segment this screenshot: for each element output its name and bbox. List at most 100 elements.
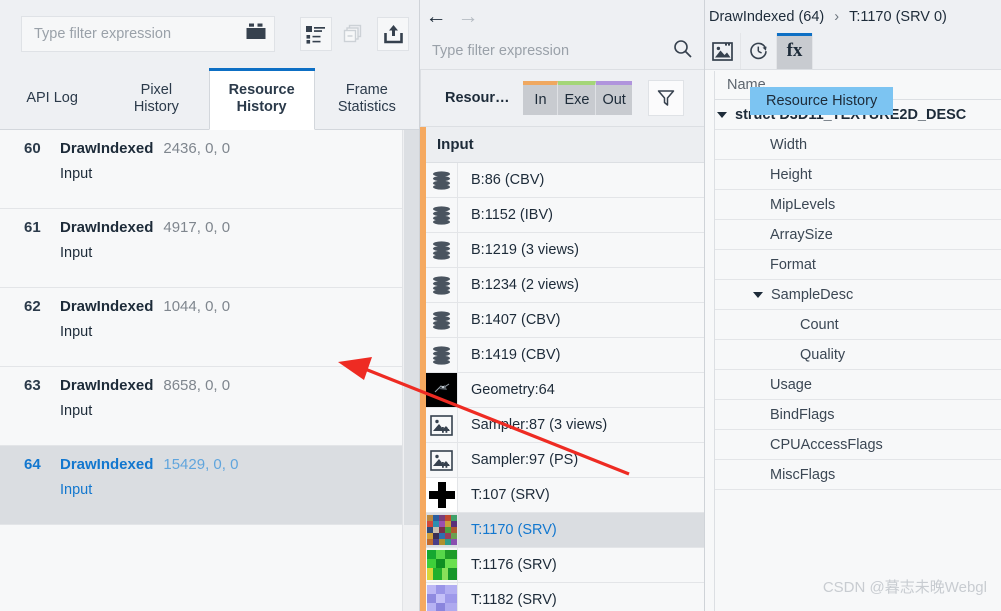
left-tab-bar: API Log Pixel History Resource History F… — [0, 68, 419, 130]
filter-funnel-icon[interactable] — [647, 80, 684, 116]
back-arrow-icon[interactable]: ← — [420, 1, 452, 33]
breadcrumb: DrawIndexed (64) › T:1170 (SRV 0) — [705, 0, 1001, 33]
details-tab-bar: fx — [705, 33, 1001, 70]
tab-pixel-history[interactable]: Pixel History — [104, 68, 208, 129]
history-clock-icon[interactable] — [741, 33, 777, 69]
list-item[interactable]: B:86 (CBV) — [426, 163, 704, 198]
left-list-scrollbar[interactable] — [402, 130, 419, 611]
chevron-right-icon: › — [834, 8, 840, 25]
buffer-icon — [426, 233, 458, 267]
list-item[interactable]: T:107 (SRV) — [426, 478, 704, 513]
list-item-label: Sampler:97 (PS) — [471, 452, 579, 468]
list-item[interactable]: B:1219 (3 views) — [426, 233, 704, 268]
tree-row-label: BindFlags — [770, 406, 835, 423]
list-item[interactable]: T:1182 (SRV) — [426, 583, 704, 611]
tree-row-miscflags[interactable]: MiscFlags — [705, 460, 1001, 490]
draw-event-args: 4917, 0, 0 — [163, 219, 231, 236]
list-item[interactable]: B:1419 (CBV) — [426, 338, 704, 373]
tree-row-height[interactable]: Height — [705, 160, 1001, 190]
search-icon[interactable] — [673, 39, 692, 63]
draw-event-usage: Input — [60, 324, 93, 340]
tree-row-miplevels[interactable]: MipLevels — [705, 190, 1001, 220]
list-item-label: B:1419 (CBV) — [471, 347, 561, 363]
tab-frame-statistics[interactable]: Frame Statistics — [315, 68, 419, 129]
draw-event-args: 15429, 0, 0 — [163, 456, 239, 473]
segment-in-label: In — [534, 92, 547, 108]
buffer-icon — [426, 163, 458, 197]
chevron-down-icon[interactable] — [717, 111, 727, 118]
tab-pixel-history-line1: Pixel — [140, 81, 173, 98]
draw-event-name: DrawIndexed — [60, 377, 154, 394]
scrollbar-thumb[interactable] — [404, 130, 419, 525]
fx-label: fx — [786, 40, 803, 61]
list-item[interactable]: Sampler:87 (3 views) — [426, 408, 704, 443]
table-row[interactable]: 60 DrawIndexed 2436, 0, 0 Input — [0, 130, 419, 209]
list-item-label: B:86 (CBV) — [471, 172, 545, 188]
renderdoc-window: Type filter expression API Log Pixel His… — [0, 0, 1001, 611]
toolbox-icon[interactable] — [246, 23, 266, 45]
list-item-label: Geometry:64 — [471, 382, 555, 398]
tree-row-quality[interactable]: Quality — [705, 340, 1001, 370]
resource-nav-bar: ← → — [420, 0, 704, 33]
draw-event-list[interactable]: 60 DrawIndexed 2436, 0, 0 Input 61 DrawI… — [0, 130, 419, 611]
forward-arrow-icon[interactable]: → — [452, 1, 484, 33]
resource-panel: ← → Type filter expression Resour… In Ex… — [420, 0, 705, 611]
tab-api-log[interactable]: API Log — [0, 68, 104, 129]
list-item[interactable]: B:1152 (IBV) — [426, 198, 704, 233]
tree-row-sampledesc[interactable]: SampleDesc — [705, 280, 1001, 310]
tab-resource-history-line2: History — [236, 98, 287, 115]
buffer-icon — [426, 303, 458, 337]
breadcrumb-current[interactable]: T:1170 (SRV 0) — [849, 9, 947, 25]
segment-out-label: Out — [602, 92, 626, 108]
fx-icon[interactable]: fx — [777, 33, 813, 69]
draw-event-usage: Input — [60, 403, 93, 419]
api-filter-input[interactable]: Type filter expression — [34, 26, 246, 42]
sampler-icon — [426, 443, 458, 477]
list-item[interactable]: T:1176 (SRV) — [426, 548, 704, 583]
tree-row-label: SampleDesc — [771, 286, 854, 303]
tree-row-bindflags[interactable]: BindFlags — [705, 400, 1001, 430]
table-row-selected[interactable]: 64 DrawIndexed 15429, 0, 0 Input — [0, 446, 419, 525]
table-row[interactable]: 61 DrawIndexed 4917, 0, 0 Input — [0, 209, 419, 288]
tooltip: Resource History — [750, 87, 894, 115]
chevron-down-icon[interactable] — [753, 291, 763, 298]
tab-frame-statistics-line1: Frame — [345, 81, 388, 98]
list-item-selected[interactable]: T:1170 (SRV) — [426, 513, 704, 548]
draw-event-name: DrawIndexed — [60, 219, 154, 236]
segment-out[interactable]: Out — [596, 81, 632, 115]
draw-event-name: DrawIndexed — [60, 298, 154, 315]
segment-in[interactable]: In — [523, 81, 559, 115]
list-details-icon[interactable] — [299, 17, 332, 51]
table-row[interactable]: 62 DrawIndexed 1044, 0, 0 Input — [0, 288, 419, 367]
texture-desc-tree[interactable]: struct D3D11_TEXTURE2D_DESC Width Height… — [705, 100, 1001, 611]
draw-event-name: DrawIndexed — [60, 140, 154, 157]
list-item-label: T:1176 (SRV) — [471, 557, 557, 573]
tree-gutter-column — [705, 71, 715, 611]
list-item[interactable]: B:1407 (CBV) — [426, 303, 704, 338]
draw-event-id: 64 — [24, 456, 41, 473]
tab-resource-history[interactable]: Resource History — [208, 68, 316, 130]
list-item[interactable]: Sampler:97 (PS) — [426, 443, 704, 478]
geometry-thumb — [426, 373, 458, 407]
tree-row-width[interactable]: Width — [705, 130, 1001, 160]
tree-row-format[interactable]: Format — [705, 250, 1001, 280]
resource-filter-input[interactable]: Type filter expression — [432, 43, 673, 59]
segment-exe[interactable]: Exe — [558, 81, 597, 115]
tree-row-usage[interactable]: Usage — [705, 370, 1001, 400]
tree-row-count[interactable]: Count — [705, 310, 1001, 340]
list-item[interactable]: Geometry:64 — [426, 373, 704, 408]
table-row[interactable]: 63 DrawIndexed 8658, 0, 0 Input — [0, 367, 419, 446]
export-icon[interactable] — [377, 17, 410, 51]
tree-row-arraysize[interactable]: ArraySize — [705, 220, 1001, 250]
texture-thumb-a — [426, 513, 458, 547]
image-preview-icon[interactable] — [705, 33, 741, 69]
copy-stack-icon[interactable] — [338, 17, 370, 51]
resource-list[interactable]: Input B:86 (CBV) B:1152 (IBV) B:1219 (3 … — [420, 127, 704, 611]
breadcrumb-parent[interactable]: DrawIndexed (64) — [709, 9, 824, 25]
draw-event-id: 63 — [24, 377, 41, 394]
list-item[interactable]: B:1234 (2 views) — [426, 268, 704, 303]
tree-row-cpuaccessflags[interactable]: CPUAccessFlags — [705, 430, 1001, 460]
list-item-label: B:1152 (IBV) — [471, 207, 553, 223]
api-filter-box[interactable]: Type filter expression — [21, 16, 275, 52]
resource-filter-box[interactable]: Type filter expression — [420, 33, 704, 70]
